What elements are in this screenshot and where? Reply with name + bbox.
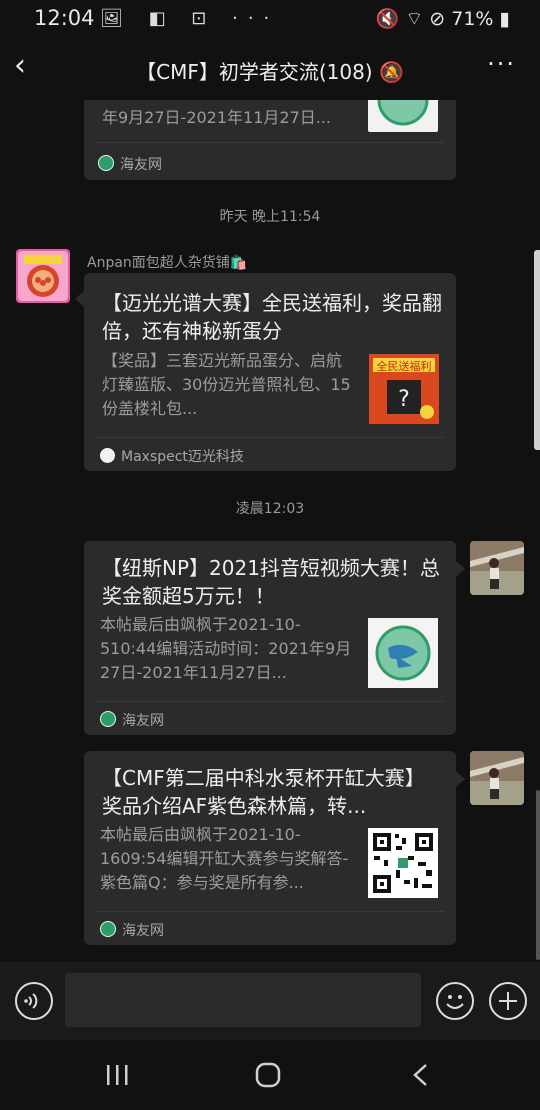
card-thumbnail: 全民送福利 ? <box>369 354 439 424</box>
card-thumbnail <box>368 74 438 132</box>
source-logo-icon <box>100 921 116 937</box>
status-bar: 12:04 🖼 ◧ ⊡ ··· 🔇 ⌔ ⊘ 71% ▮ <box>0 0 540 38</box>
status-battery: 🔇 ⌔ ⊘ 71% ▮ <box>375 8 510 30</box>
message-timestamp: 凌晨12:03 <box>235 501 305 517</box>
sender-avatar[interactable] <box>16 249 70 303</box>
input-bar <box>0 962 540 1040</box>
bubble-tail <box>456 561 465 577</box>
qr-code-thumbnail <box>368 828 438 898</box>
card-title: 【CMF第二届中科水泵杯开缸大赛】奖品介绍AF紫色森林篇，转... <box>102 766 425 818</box>
sender-name: Anpan面包超人杂货铺🛍️ <box>87 255 248 271</box>
card-source-label: Maxspect迈光科技 <box>121 449 244 465</box>
thumb-banner-text: 全民送福利 <box>377 359 432 373</box>
scrollbar[interactable] <box>536 790 540 960</box>
home-icon[interactable] <box>255 1062 281 1092</box>
source-logo-icon <box>100 711 116 727</box>
card-title: 【迈光光谱大赛】全民送福利，奖品翻倍，还有神秘新蛋分 <box>102 291 442 343</box>
card-divider <box>96 701 444 702</box>
card-description: 本帖最后由飒枫于2021-10-510:44编辑活动时间：2021年9月27日-… <box>100 615 352 682</box>
card-divider <box>96 437 444 438</box>
status-notification-icons: 🖼 ◧ ⊡ ··· <box>100 8 280 29</box>
maxspect-logo-icon <box>100 448 115 463</box>
card-source-label: 海友网 <box>120 157 162 173</box>
source-logo-icon <box>98 155 114 171</box>
link-card[interactable]: 年9月27日-2021年11月27日... 海友网 <box>84 74 456 180</box>
card-source: 海友网 <box>100 710 164 730</box>
svg-text:?: ? <box>398 387 410 412</box>
link-card[interactable]: 【迈光光谱大赛】全民送福利，奖品翻倍，还有神秘新蛋分 【奖品】三套迈光新品蛋分、… <box>84 273 456 471</box>
link-card[interactable]: 【CMF第二届中科水泵杯开缸大赛】奖品介绍AF紫色森林篇，转... 本帖最后由飒… <box>84 751 456 945</box>
card-description: 【奖品】三套迈光新品蛋分、启航灯臻蓝版、30份迈光普照礼包、15份盖楼礼包... <box>102 351 351 418</box>
edge-panel-handle[interactable] <box>534 250 540 450</box>
more-options-icon[interactable]: ··· <box>487 50 516 78</box>
message-input[interactable] <box>65 973 421 1027</box>
card-divider <box>96 142 444 143</box>
card-source-label: 海友网 <box>122 923 164 939</box>
message-timestamp: 昨天 晚上11:54 <box>219 209 321 225</box>
card-source: Maxspect迈光科技 <box>100 446 244 466</box>
add-more-icon[interactable] <box>489 982 527 1020</box>
system-nav-bar <box>0 1040 540 1110</box>
card-divider <box>96 911 444 912</box>
chat-title: 【CMF】初学者交流(108) 🔕 <box>136 60 404 84</box>
card-source: 海友网 <box>98 154 162 174</box>
card-title: 【纽斯NP】2021抖音短视频大赛！总奖金额超5万元！！ <box>102 556 440 608</box>
bubble-tail <box>456 771 465 787</box>
own-avatar[interactable] <box>470 541 524 595</box>
status-time: 12:04 <box>34 6 95 30</box>
card-source-label: 海友网 <box>122 713 164 729</box>
nav-back-icon[interactable] <box>410 1062 432 1092</box>
recent-apps-icon[interactable] <box>105 1063 131 1091</box>
card-thumbnail <box>368 618 438 688</box>
link-card[interactable]: 【纽斯NP】2021抖音短视频大赛！总奖金额超5万元！！ 本帖最后由飒枫于202… <box>84 541 456 735</box>
card-source: 海友网 <box>100 920 164 940</box>
emoji-icon[interactable] <box>436 982 474 1020</box>
card-description: 年9月27日-2021年11月27日... <box>102 108 332 127</box>
own-avatar[interactable] <box>470 751 524 805</box>
voice-input-icon[interactable] <box>15 982 53 1020</box>
chat-header: ‹ 【CMF】初学者交流(108) 🔕 ··· <box>0 38 540 100</box>
card-description: 本帖最后由飒枫于2021-10-1609:54编辑开缸大赛参与奖解答-紫色篇Q：… <box>100 825 349 892</box>
bubble-tail <box>75 291 84 307</box>
